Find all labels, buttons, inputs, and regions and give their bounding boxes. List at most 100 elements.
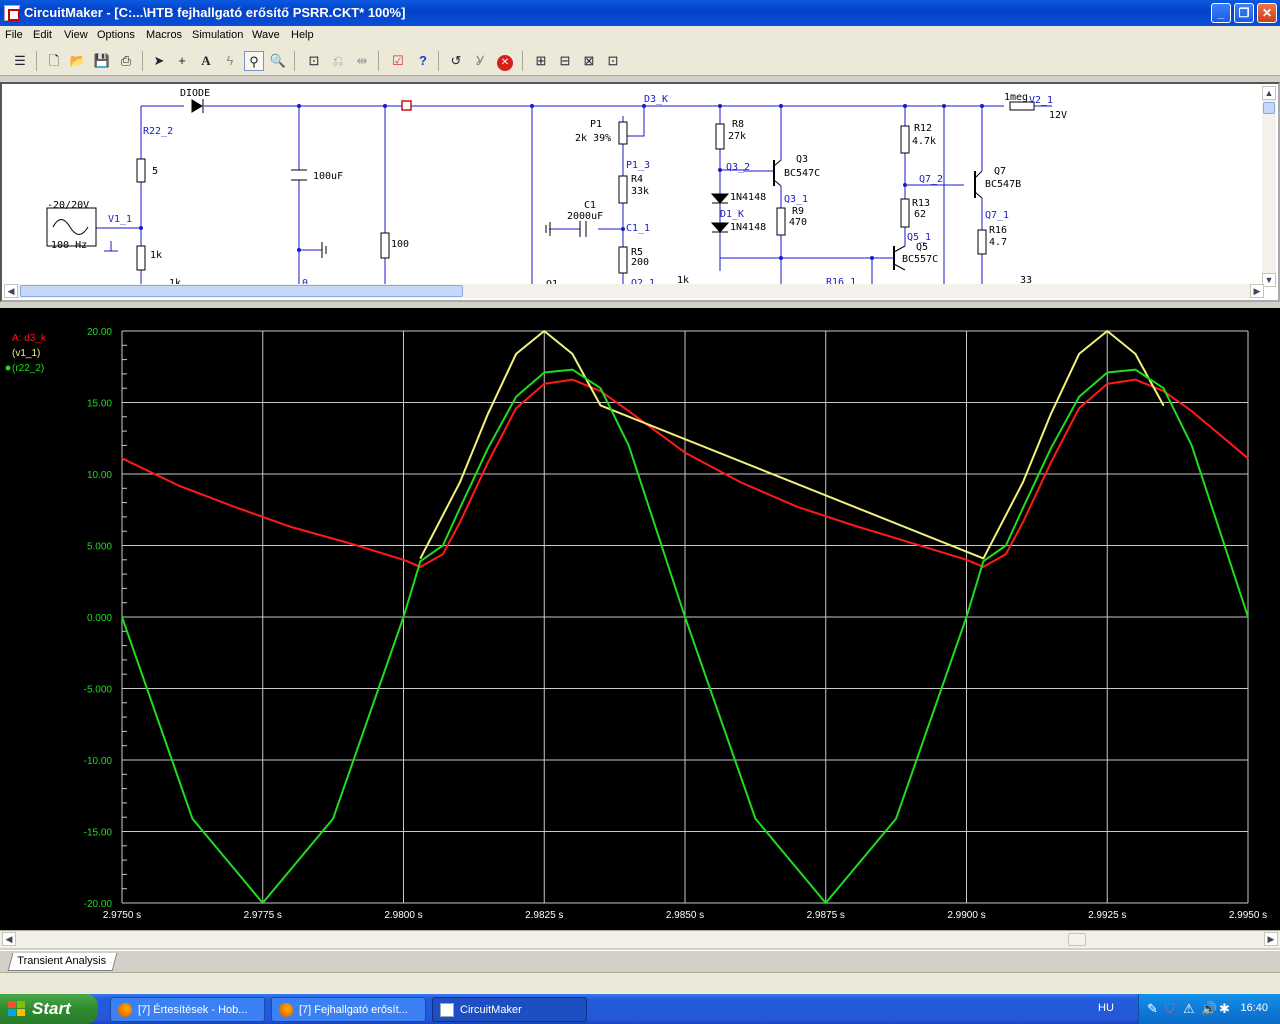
probe-marker[interactable] — [401, 100, 412, 111]
label-r16: R16 — [989, 225, 1007, 236]
vertical-scroll-thumb[interactable] — [1263, 102, 1275, 114]
scroll-right-arrow-icon[interactable]: ▶ — [1250, 284, 1264, 298]
toolbar: ☰ 🗋 📂 💾 ⎙ ➤ + A ϟ ⚲ 🔍 ⊡ ⎌ ⇹ ☑ ? ↺ Ỿ ✕ ⊞ … — [0, 46, 1280, 76]
schematic-vertical-scrollbar[interactable]: ▲ ▼ — [1262, 86, 1276, 287]
minimize-button[interactable]: _ — [1211, 3, 1231, 23]
scroll-left-arrow-icon[interactable]: ◀ — [4, 284, 18, 298]
wire-icon[interactable]: + — [172, 51, 192, 71]
close-button[interactable]: ✕ — [1257, 3, 1277, 23]
print-icon[interactable]: ⎙ — [116, 51, 136, 71]
series-point-0 — [1106, 383, 1108, 385]
label-q7: Q7 — [994, 166, 1006, 177]
label-r22-val: 5 — [152, 166, 158, 177]
label-r4: R4 — [631, 174, 643, 185]
start-button[interactable]: Start — [0, 994, 98, 1024]
tools-icon[interactable]: Ỿ — [470, 51, 490, 71]
y-tick-label: 5.000 — [87, 542, 112, 553]
menu-simulation[interactable]: Simulation — [192, 29, 243, 41]
stop-icon[interactable]: ✕ — [495, 51, 515, 71]
label-r8: R8 — [732, 119, 744, 130]
volume-icon[interactable]: 🔊 — [1201, 1001, 1217, 1017]
fit-icon[interactable]: ⊡ — [304, 51, 324, 71]
menu-edit[interactable]: Edit — [33, 29, 52, 41]
series-point-1 — [419, 557, 421, 559]
menu-file[interactable]: File — [5, 29, 23, 41]
toolbar-separator — [142, 51, 143, 71]
series-point-2 — [571, 369, 574, 371]
waveform-panel[interactable]: 20.00 15.00 10.00 5.000 0.000 -5.000 -10.00 -15… — [0, 308, 1280, 930]
waveform-horizontal-scrollbar[interactable]: ◀ ▶ — [0, 930, 1280, 948]
help-icon[interactable]: ? — [413, 51, 433, 71]
schematic-canvas[interactable]: DIODE R22_2 5 -20/20V 100 Hz V1_1 1k 1k … — [4, 86, 1264, 287]
open-icon[interactable]: 📂 — [68, 51, 88, 71]
series-point-0 — [290, 526, 292, 528]
menu-options[interactable]: Options — [97, 29, 135, 41]
safely-remove-icon[interactable]: ⚠ — [1183, 1001, 1195, 1017]
y-tick-label: -15.00 — [84, 828, 113, 839]
toggle-icon[interactable]: ☰ — [10, 51, 30, 71]
language-indicator[interactable]: HU — [1098, 1002, 1114, 1014]
series-point-2 — [442, 544, 444, 547]
series-point-0 — [346, 542, 348, 544]
series-point-0 — [628, 410, 630, 412]
x-tick-label: 2.9750 s — [103, 910, 141, 921]
circuitmaker-app-icon[interactable] — [4, 5, 20, 21]
wave-scroll-thumb[interactable] — [1068, 933, 1086, 946]
probe-icon[interactable]: ϟ — [220, 51, 240, 71]
mirror-icon[interactable]: ⇹ — [352, 51, 372, 71]
menu-help[interactable]: Help — [291, 29, 314, 41]
series-point-1 — [982, 557, 984, 559]
taskbar-item-firefox-fejhallgato[interactable]: [7] Fejhallgató erősít... — [271, 997, 426, 1022]
series-point-1 — [599, 404, 602, 406]
save-icon[interactable]: 💾 — [92, 51, 112, 71]
y-tick-label: 20.00 — [87, 327, 112, 338]
series-point-2 — [825, 902, 827, 904]
series-point-1 — [459, 481, 461, 484]
horizontal-scroll-thumb[interactable] — [20, 285, 463, 297]
netlist-icon[interactable]: ☑ — [388, 51, 408, 71]
series-point-0 — [684, 451, 686, 454]
bluetooth-icon[interactable]: ✱ — [1219, 1001, 1230, 1017]
menu-macros[interactable]: Macros — [146, 29, 182, 41]
rotate-icon[interactable]: ⎌ — [328, 51, 348, 71]
toolbar-c-icon[interactable]: ⊠ — [579, 51, 599, 71]
reset-icon[interactable]: ↺ — [446, 51, 466, 71]
zoom-icon[interactable]: 🔍 — [268, 51, 288, 71]
scroll-up-arrow-icon[interactable]: ▲ — [1262, 86, 1276, 100]
series-point-2 — [121, 616, 123, 618]
new-icon[interactable]: 🗋 — [44, 51, 64, 71]
maximize-button[interactable]: ❐ — [1234, 3, 1254, 23]
taskbar-item-firefox-ertesitesek[interactable]: [7] Értesítések - Hob... — [110, 997, 265, 1022]
text-icon[interactable]: A — [196, 51, 216, 71]
tab-transient-analysis[interactable]: Transient Analysis — [7, 953, 118, 971]
label-diode-a: 1N4148 — [730, 192, 766, 203]
series-point-1 — [1078, 353, 1080, 355]
wave-scroll-right-arrow-icon[interactable]: ▶ — [1264, 932, 1278, 946]
toolbar-d-icon[interactable]: ⊡ — [603, 51, 623, 71]
taskbar-item-circuitmaker[interactable]: CircuitMaker — [432, 997, 587, 1022]
series-point-0 — [543, 383, 545, 385]
toolbar-b-icon[interactable]: ⊟ — [555, 51, 575, 71]
toolbar-a-icon[interactable]: ⊞ — [531, 51, 551, 71]
title-bar: CircuitMaker - [C:...\HTB fejhallgató er… — [0, 0, 1280, 26]
arrow-icon[interactable]: ➤ — [149, 51, 169, 71]
label-c1-1: C1_1 — [626, 223, 650, 234]
probe-tool-icon[interactable]: ⚲ — [244, 51, 264, 71]
series-point-2 — [1022, 507, 1024, 509]
menu-view[interactable]: View — [64, 29, 88, 41]
schematic-horizontal-scrollbar[interactable]: ◀ ▶ — [4, 284, 1264, 298]
series-point-1 — [1050, 413, 1052, 415]
menu-wave[interactable]: Wave — [252, 29, 280, 41]
security-shield-icon[interactable]: ⛉ — [1165, 1001, 1175, 1017]
series-point-1 — [1134, 353, 1136, 355]
transient-chart[interactable]: 20.00 15.00 10.00 5.000 0.000 -5.000 -10.00 -15… — [0, 308, 1280, 930]
label-diode: DIODE — [180, 88, 210, 99]
label-diode-b: 1N4148 — [730, 222, 766, 233]
scroll-down-arrow-icon[interactable]: ▼ — [1262, 273, 1276, 287]
series-point-2 — [965, 616, 968, 618]
label-q3-1: Q3_1 — [784, 194, 808, 205]
wave-scroll-left-arrow-icon[interactable]: ◀ — [2, 932, 16, 946]
network-icon[interactable]: ✎ — [1147, 1001, 1158, 1017]
series-point-1 — [515, 353, 517, 355]
toolbar-separator — [378, 51, 379, 71]
